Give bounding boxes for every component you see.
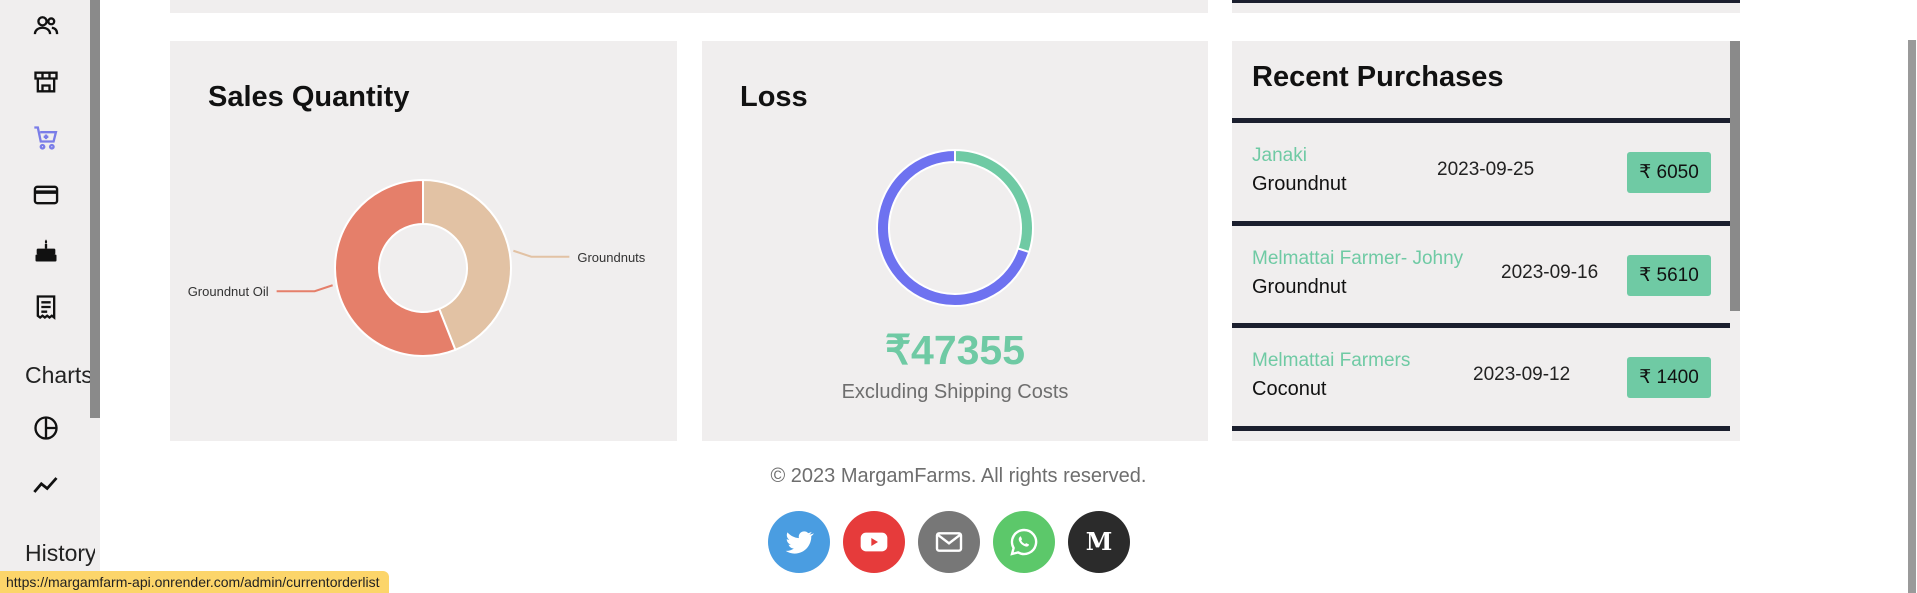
- purchase-row[interactable]: Melmattai Farmer- Johny Groundnut 2023-0…: [1232, 226, 1730, 324]
- cake-icon[interactable]: [31, 236, 61, 266]
- cart-icon[interactable]: [31, 123, 61, 153]
- users-icon[interactable]: [31, 11, 61, 41]
- sidebar-scrollbar[interactable]: [90, 0, 100, 418]
- page-scrollbar-thumb[interactable]: [1908, 40, 1916, 593]
- receipt-icon[interactable]: [31, 292, 61, 322]
- recent-purchases-scrollbar[interactable]: [1730, 41, 1740, 311]
- loss-subtitle: Excluding Shipping Costs: [841, 381, 1069, 403]
- pie-chart-icon[interactable]: [31, 413, 61, 443]
- top-divider: [1232, 0, 1740, 3]
- slice-leader-line: [513, 249, 570, 258]
- credit-card-icon[interactable]: [31, 180, 61, 210]
- donut-slice[interactable]: [954, 148, 1034, 254]
- sales-quantity-card: Sales Quantity Groundnuts Groundnut Oil: [170, 41, 677, 441]
- purchase-item: Coconut: [1252, 378, 1327, 400]
- purchase-item: Groundnut: [1252, 276, 1347, 298]
- purchase-item: Groundnut: [1252, 173, 1347, 195]
- youtube-icon[interactable]: [843, 511, 905, 573]
- purchase-farmer-name[interactable]: Melmattai Farmer- Johny: [1252, 248, 1463, 270]
- loss-value: ₹47355: [884, 327, 1026, 373]
- purchase-price-badge[interactable]: ₹ 1400: [1627, 357, 1711, 398]
- purchase-date: 2023-09-16: [1501, 262, 1599, 283]
- charts-section-label: Charts: [25, 362, 93, 388]
- history-section-label: History: [25, 540, 95, 566]
- store-icon[interactable]: [31, 67, 61, 97]
- purchase-date: 2023-09-12: [1473, 364, 1571, 385]
- sales-quantity-chart: Groundnuts Groundnut Oil: [188, 178, 646, 357]
- slice-label: Groundnuts: [577, 250, 645, 265]
- purchase-row[interactable]: Janaki Groundnut 2023-09-25 ₹ 6050: [1232, 123, 1730, 221]
- purchase-price-badge[interactable]: ₹ 6050: [1627, 152, 1711, 193]
- whatsapp-icon[interactable]: [993, 511, 1055, 573]
- sidebar: Charts History: [0, 0, 100, 593]
- purchase-farmer-name[interactable]: Melmattai Farmers: [1252, 350, 1410, 372]
- purchase-date: 2023-09-25: [1437, 159, 1535, 180]
- twitter-icon[interactable]: [768, 511, 830, 573]
- top-card-edge: [170, 0, 1208, 13]
- purchase-row[interactable]: Melmattai Farmers Coconut 2023-09-12 ₹ 1…: [1232, 328, 1730, 426]
- status-bar-url: https://margamfarm-api.onrender.com/admi…: [0, 571, 390, 593]
- purchase-farmer-name[interactable]: Janaki: [1252, 145, 1307, 167]
- recent-purchases-title: Recent Purchases: [1252, 61, 1504, 93]
- medium-icon[interactable]: M: [1068, 511, 1130, 573]
- slice-leader-line: [276, 284, 333, 293]
- loss-chart: [876, 148, 1034, 307]
- loss-card: Loss ₹47355 Excluding Shipping Costs: [702, 41, 1208, 441]
- footer-copyright: © 2023 MargamFarms. All rights reserved.: [770, 465, 1147, 487]
- recent-purchases-panel: Recent Purchases Janaki Groundnut 2023-0…: [1232, 41, 1740, 441]
- mail-icon[interactable]: [918, 511, 980, 573]
- svg-text:M: M: [1086, 527, 1113, 556]
- divider: [1232, 426, 1730, 431]
- purchase-price-badge[interactable]: ₹ 5610: [1627, 255, 1711, 296]
- slice-label: Groundnut Oil: [188, 284, 269, 299]
